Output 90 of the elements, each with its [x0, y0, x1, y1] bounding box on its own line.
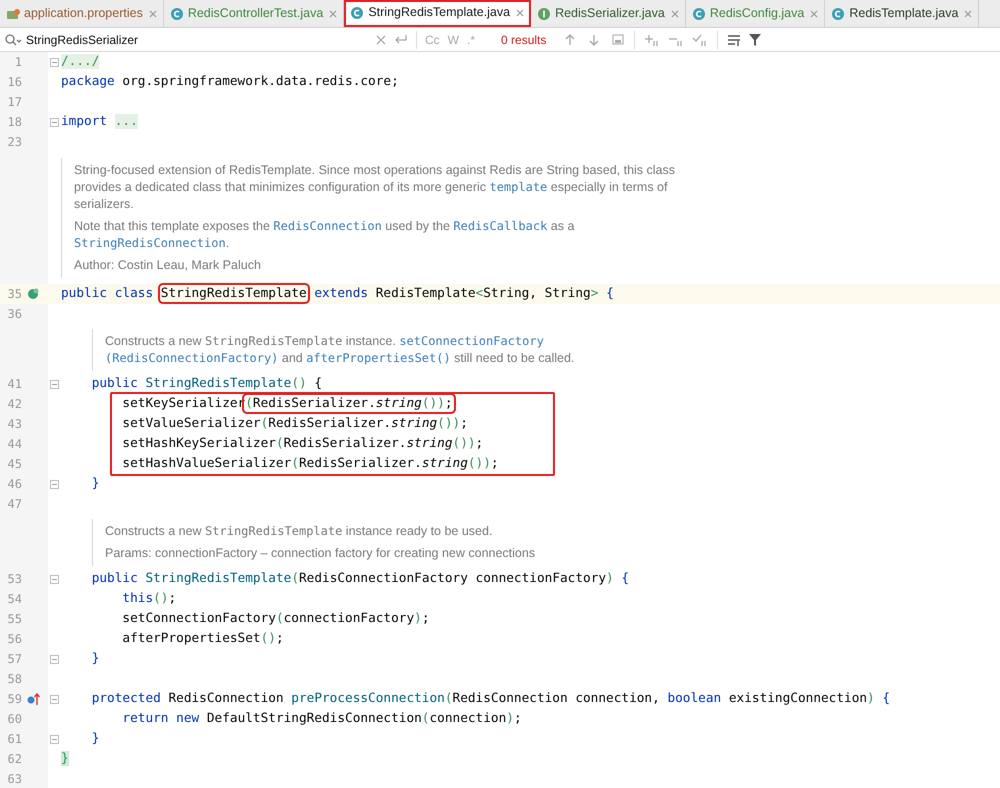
doc-link[interactable]: afterPropertiesSet(): [306, 351, 451, 365]
code-line: }: [90, 475, 100, 494]
fold-icon[interactable]: [50, 380, 59, 388]
doc-link[interactable]: StringRedisConnection: [74, 236, 226, 250]
editor-tab[interactable]: StringRedisTemplate.java: [344, 0, 532, 27]
results-count: 0 results: [501, 32, 546, 48]
doc-link[interactable]: RedisCallback: [453, 219, 548, 233]
line-number: 45: [6, 456, 22, 473]
class-icon: [350, 6, 364, 20]
line-number: 61: [6, 731, 22, 748]
line-number: 47: [6, 496, 22, 513]
options-icon: [727, 34, 742, 46]
class-icon: [170, 6, 184, 20]
doc-paragraph: Constructs a new StringRedisTemplate instance. setConnectionFactory (RedisConnectionFactory) and afterPropertiesSet() still need to be called.: [105, 333, 576, 367]
search-field[interactable]: StringRedisSerializer: [26, 30, 366, 48]
line-number: 1: [14, 54, 22, 71]
line-number: 35: [6, 286, 22, 303]
close-icon: [964, 10, 972, 18]
fold-icon[interactable]: [50, 574, 59, 584]
settings-file-icon: [6, 6, 20, 20]
class-icon: [831, 6, 846, 20]
line-number: 41: [6, 376, 22, 393]
code-line: public StringRedisTemplate(RedisConnectionFactory connectionFactory) {: [90, 570, 630, 588]
line-number: 43: [6, 416, 22, 433]
close-icon: [516, 8, 524, 16]
fold-icon[interactable]: [50, 58, 59, 66]
line-number: 63: [6, 771, 22, 788]
line-number: 62: [6, 751, 22, 768]
class-icon: [692, 6, 706, 20]
code-line: package org.springframework.data.redis.core;: [61, 73, 399, 92]
line-number: 16: [6, 74, 22, 91]
close-icon: [148, 10, 157, 18]
code-line: return new DefaultStringRedisConnection(connection);: [121, 710, 522, 728]
code-line: this();: [121, 590, 176, 608]
line-number: 54: [6, 591, 22, 608]
clear-icon: [376, 34, 386, 44]
doc-paragraph: String-focused extension of RedisTemplate. Since most operations against Redis are String based, this class provides a dedicated class that minimizes configuration of its more generic template especially in terms of serializers.: [74, 162, 676, 213]
doc-link[interactable]: setConnectionFactory: [399, 334, 544, 348]
fold-icon[interactable]: [50, 654, 59, 664]
line-number: 17: [6, 94, 22, 111]
code-line: protected RedisConnection preProcessConnection(RedisConnection connection, boolean existingConnection) {: [90, 690, 890, 708]
doc-paragraph: Note that this template exposes the RedisConnection used by the RedisCallback as a StringRedisConnection.: [74, 218, 576, 252]
add-occurrence-icon: [644, 32, 660, 46]
line-number: 56: [6, 631, 22, 648]
code-line: public class StringRedisTemplate extends RedisTemplate<String, String> {: [61, 284, 614, 304]
code-line: setHashKeySerializer(RedisSerializer.string());: [121, 435, 484, 454]
down-arrow-icon: [588, 32, 600, 46]
doc-paragraph: Params: connectionFactory – connection factory for creating new connections: [105, 545, 536, 562]
close-icon: [810, 10, 818, 18]
fold-icon[interactable]: [50, 694, 59, 704]
fold-icon[interactable]: [50, 118, 59, 126]
regex-button[interactable]: .*: [467, 30, 476, 48]
code-line: public StringRedisTemplate() {: [90, 375, 322, 394]
line-number: 44: [6, 436, 22, 453]
line-number: 57: [6, 651, 22, 668]
doc-paragraph: Constructs a new StringRedisTemplate instance ready to be used.: [105, 523, 494, 540]
code-line: setConnectionFactory(connectionFactory);: [121, 610, 430, 628]
code-line: setValueSerializer(RedisSerializer.string());: [121, 415, 468, 434]
line-number: 46: [6, 476, 22, 493]
line-number: 36: [6, 306, 22, 323]
code-line: }: [90, 730, 100, 748]
line-number: 23: [6, 134, 22, 151]
words-button[interactable]: W: [448, 30, 459, 48]
close-icon: [329, 10, 338, 18]
line-number: 60: [6, 711, 22, 728]
select-all-icon: [692, 32, 708, 46]
doc-link[interactable]: template: [489, 180, 548, 194]
line-number: 53: [6, 571, 22, 588]
doc-link[interactable]: (RedisConnectionFactory): [105, 351, 278, 365]
interface-icon: [537, 6, 552, 20]
fold-icon[interactable]: [50, 480, 59, 488]
up-arrow-icon: [564, 32, 576, 46]
line-number: 58: [6, 671, 22, 688]
filter-icon: [749, 34, 762, 46]
line-number: 59: [6, 691, 22, 708]
match-case-button[interactable]: Cc: [425, 30, 440, 48]
fold-icon[interactable]: [50, 734, 59, 744]
doc-paragraph: Author: Costin Leau, Mark Paluch: [74, 257, 262, 274]
search-icon: [4, 32, 22, 46]
code-line: setHashValueSerializer(RedisSerializer.string());: [121, 455, 499, 474]
line-number: 18: [6, 114, 22, 131]
newline-icon: [394, 34, 408, 46]
close-icon: [670, 10, 679, 18]
line-number: 42: [6, 396, 22, 413]
window-icon: [612, 32, 624, 46]
doc-link[interactable]: RedisConnection: [273, 219, 382, 233]
line-number: 55: [6, 611, 22, 628]
code-line: afterPropertiesSet();: [121, 630, 284, 648]
code-line: }: [90, 650, 100, 668]
code-line: import ...: [61, 113, 138, 132]
